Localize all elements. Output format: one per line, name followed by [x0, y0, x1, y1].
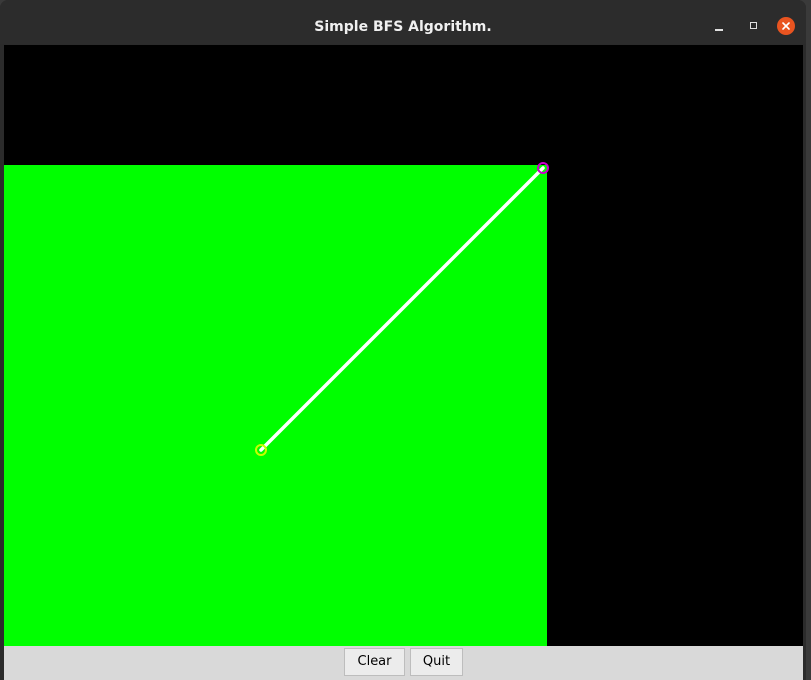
window-title: Simple BFS Algorithm.	[314, 19, 492, 35]
app-window: Simple BFS Algorithm. Clear Quit	[0, 0, 806, 680]
title-bar[interactable]: Simple BFS Algorithm.	[0, 0, 806, 44]
close-button[interactable]	[777, 17, 795, 35]
background-window-edge	[806, 0, 811, 680]
canvas-svg	[4, 162, 549, 646]
explored-region	[4, 165, 547, 646]
button-bar: Clear Quit	[4, 646, 803, 680]
quit-button[interactable]: Quit	[410, 648, 463, 676]
drawing-canvas[interactable]	[4, 45, 803, 646]
minimize-icon	[715, 29, 723, 31]
close-icon	[782, 22, 790, 30]
maximize-button[interactable]	[745, 17, 763, 35]
clear-button[interactable]: Clear	[344, 648, 405, 676]
maximize-icon	[750, 22, 757, 29]
minimize-button[interactable]	[710, 17, 728, 35]
